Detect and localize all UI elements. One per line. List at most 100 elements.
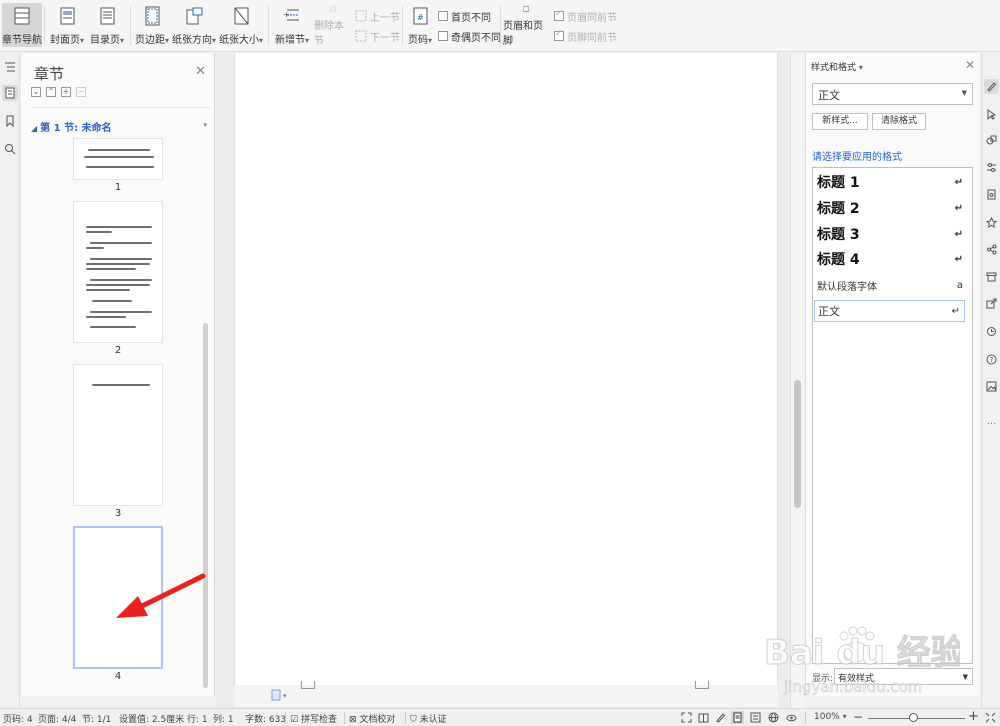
eye-protection-icon[interactable] [785, 711, 798, 724]
new-section-button[interactable]: + 新增节▾ [272, 3, 312, 47]
status-row: 行: 1 [187, 715, 208, 725]
page-number-button[interactable]: # 页码▾ [405, 3, 435, 47]
style-item-default-font[interactable]: 默认段落字体 a [817, 274, 967, 296]
styles-panel-title[interactable]: 样式和格式 ▾ [811, 60, 863, 73]
header-footer-button[interactable]: 页眉和页脚 [503, 3, 549, 47]
page-view-icon[interactable] [731, 711, 744, 724]
section-item[interactable]: ◢ 第 1 节: 未命名 ▾ [31, 119, 207, 134]
margins-icon [145, 6, 160, 26]
style-item-heading-3[interactable]: 标题 3 ↵ [817, 223, 967, 245]
adjust-icon[interactable] [984, 160, 999, 175]
next-section-button[interactable]: 下一节 [355, 28, 400, 44]
fullscreen-icon[interactable] [680, 711, 693, 724]
baidu-jingyan-watermark: Bai du 经验 jingyan.baidu.com [764, 626, 960, 696]
share-network-icon[interactable] [984, 242, 999, 257]
image-icon[interactable] [984, 379, 999, 394]
margins-button[interactable]: 页边距▾ [133, 3, 171, 47]
scrollbar-thumb[interactable] [794, 380, 801, 508]
spell-check-button[interactable]: ☑ 拼写检查 [290, 712, 337, 725]
remove-icon[interactable]: − [76, 87, 86, 97]
history-icon[interactable] [984, 324, 999, 339]
star-icon[interactable] [984, 215, 999, 230]
style-brush-icon[interactable] [984, 79, 999, 94]
paper-size-button[interactable]: 纸张大小▾ [218, 3, 264, 47]
zoom-level[interactable]: 100% ▾ [814, 712, 847, 722]
document-page[interactable] [234, 53, 778, 685]
svg-text:▾: ▾ [283, 692, 287, 700]
find-icon[interactable] [2, 141, 18, 157]
page-layout-icon[interactable]: ▾ [270, 689, 292, 701]
current-style-select[interactable]: 正文 ▼ [812, 83, 973, 105]
collapse-up-icon[interactable]: ⌃ [46, 87, 56, 97]
style-item-heading-4[interactable]: 标题 4 ↵ [817, 248, 967, 270]
zoom-slider-handle[interactable] [909, 713, 918, 722]
page-number-icon: # [413, 7, 428, 25]
help-icon[interactable]: ? [984, 352, 999, 367]
first-page-different-checkbox[interactable]: 首页不同 [438, 8, 491, 24]
style-hint: 请选择要应用的格式 [812, 152, 902, 163]
page-thumbnail[interactable] [73, 201, 163, 343]
checkbox-box [438, 11, 448, 21]
document-tools-icon[interactable] [984, 187, 999, 202]
style-item-body-text[interactable]: 正文 ↵ [814, 300, 965, 322]
red-arrow-annotation [116, 573, 206, 618]
footer-same-as-previous-checkbox[interactable]: 页脚同前节 [554, 28, 617, 44]
pen-icon[interactable] [714, 711, 727, 724]
page-thumbnail-number: 3 [114, 508, 122, 519]
close-icon[interactable]: ✕ [965, 58, 975, 72]
proofread-button[interactable]: ⊠ 文档校对 [349, 712, 395, 725]
status-setting-value: 设置值: 2.5厘米 [119, 715, 185, 725]
page-thumbnail[interactable] [73, 364, 163, 506]
checkbox-box [554, 29, 564, 41]
add-icon[interactable]: + [61, 87, 71, 97]
toc-page-button[interactable]: 目录页▾ [88, 3, 126, 47]
collapse-down-icon[interactable]: ⌄ [31, 87, 41, 97]
style-item-heading-1[interactable]: 标题 1 ↵ [817, 171, 967, 193]
cover-page-button[interactable]: 封面页▾ [48, 3, 86, 47]
shield-icon: ⛉ [410, 715, 417, 725]
status-word-count[interactable]: 字数: 633 [245, 712, 286, 725]
new-style-button[interactable]: 新样式... [812, 113, 868, 130]
archive-icon[interactable] [984, 269, 999, 284]
bookmark-icon[interactable] [2, 113, 18, 129]
export-icon[interactable] [984, 296, 999, 311]
chapter-scrollbar[interactable] [203, 323, 208, 688]
next-section-icon [355, 30, 367, 42]
status-separator [405, 712, 406, 724]
ribbon-separator [44, 6, 45, 46]
ribbon-toolbar: 章节导航 封面页▾ 目录页▾ 页边距▾ 纸张方向▾ 纸张大小▾ + 新增节▾ 删… [0, 0, 1000, 52]
chevron-down-icon[interactable]: ▾ [203, 121, 207, 129]
close-icon[interactable]: ✕ [195, 64, 206, 79]
ribbon-separator [268, 6, 269, 46]
orientation-button[interactable]: 纸张方向▾ [172, 3, 216, 47]
chevron-down-icon: ▼ [962, 673, 968, 681]
reading-mode-icon[interactable] [697, 711, 710, 724]
crop-mark-right [695, 681, 709, 689]
page-thumbnail[interactable] [73, 138, 163, 180]
delete-section-button[interactable]: 删除本节 [314, 3, 352, 47]
style-item-heading-2[interactable]: 标题 2 ↵ [817, 197, 967, 219]
outline-icon[interactable] [2, 59, 18, 75]
page-thumbnail-number: 4 [114, 671, 122, 682]
status-column: 列: 1 [213, 715, 234, 725]
select-cursor-icon[interactable] [984, 107, 999, 122]
more-icon[interactable]: ··· [984, 417, 999, 432]
status-separator [344, 712, 345, 724]
header-same-as-previous-checkbox[interactable]: 页眉同前节 [554, 8, 617, 24]
chapter-panel-icon[interactable] [2, 85, 18, 101]
ribbon-separator [402, 6, 403, 46]
zoom-out-button[interactable]: − [853, 710, 863, 724]
chapter-tools: ⌄ ⌃ + − [31, 87, 86, 97]
document-area: ▾ [215, 53, 790, 708]
web-view-icon[interactable] [767, 711, 780, 724]
shapes-icon[interactable] [984, 133, 999, 148]
zoom-in-button[interactable]: + [968, 709, 979, 724]
chapter-nav-button[interactable]: 章节导航 [2, 3, 42, 47]
fit-width-icon[interactable] [984, 711, 997, 724]
outline-view-icon[interactable] [749, 711, 762, 724]
odd-even-different-checkbox[interactable]: 奇偶页不同 [438, 28, 501, 44]
document-scrollbar[interactable] [790, 53, 804, 708]
clear-format-button[interactable]: 清除格式 [872, 113, 926, 130]
prev-section-button[interactable]: 上一节 [355, 8, 400, 24]
certification-status[interactable]: ⛉ 未认证 [410, 712, 447, 725]
